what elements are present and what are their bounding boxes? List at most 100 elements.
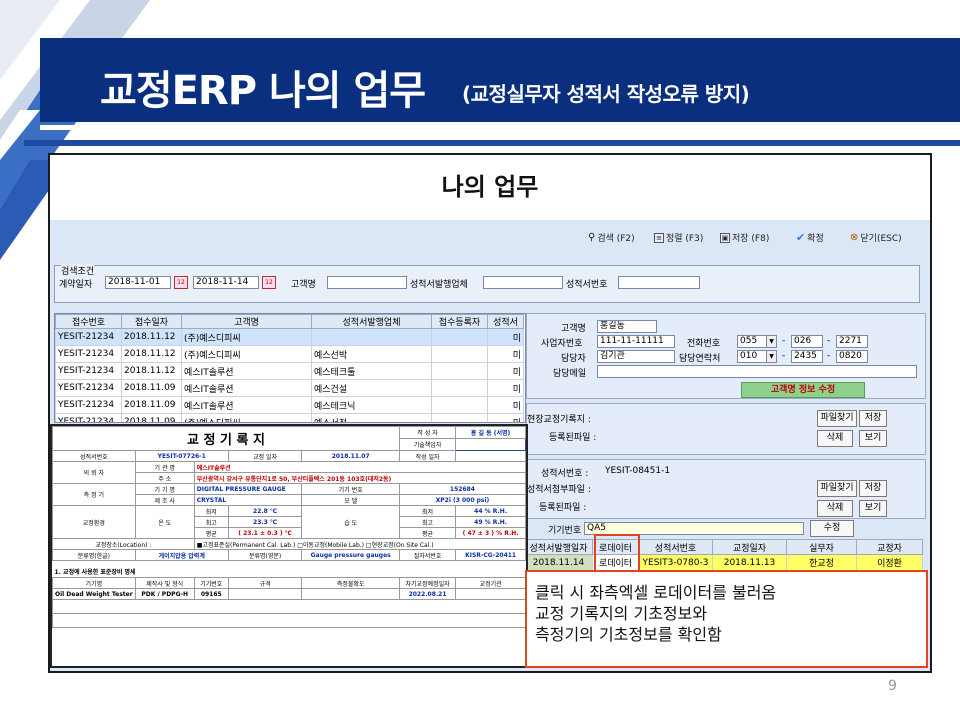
bizno-input[interactable]: 111-11-11111: [597, 335, 675, 348]
customer-input[interactable]: [327, 276, 407, 289]
equipment-header[interactable]: 교정일자: [712, 539, 787, 555]
window-title: 나의 업무: [50, 155, 930, 220]
cell: 2018.11.09: [121, 379, 182, 397]
email-input[interactable]: [597, 365, 917, 378]
cert-no-value: YESIT-07726-1: [134, 450, 229, 462]
equipment-header[interactable]: 교정자: [856, 539, 923, 555]
field-record-panel: 현장교정기록지 : 등록된파일 : 파일찾기 저장 삭제 보기: [526, 403, 926, 455]
client-label: 의 뢰 자: [52, 461, 136, 484]
cell: 미: [487, 362, 524, 380]
search-legend: 검색조건: [61, 264, 95, 277]
cls-en-label: 분류명(영문): [227, 549, 303, 561]
cert-no-input[interactable]: [618, 276, 700, 289]
table-row[interactable]: 2018.11.14 로데이터 YESIT3-0780-3 2018.11.13…: [524, 554, 923, 571]
std-cell: [301, 588, 400, 600]
close-button[interactable]: ⊗ 닫기(ESC): [850, 231, 902, 244]
table-row[interactable]: YESIT-21234 2018.11.09 예스IT솔루션 예스건설 미: [55, 379, 524, 397]
grid-header[interactable]: 성적서: [487, 314, 524, 329]
manager-input[interactable]: 김기관: [597, 350, 675, 363]
phone-last-input[interactable]: 2271: [836, 335, 868, 348]
field-record-label: 현장교정기록지 :: [527, 415, 591, 425]
equipment-edit-button[interactable]: 수정: [810, 520, 854, 537]
field-save-button[interactable]: 저장: [859, 410, 887, 427]
table-row[interactable]: YESIT-21234 2018.11.12 (주)예스디피씨 예스선박 미: [55, 345, 524, 363]
edit-customer-button[interactable]: 고객명 정보 수정: [741, 382, 865, 398]
save-button[interactable]: ▣ 저장 (F8): [720, 231, 769, 244]
customer-name-input[interactable]: 홍길동: [597, 320, 657, 333]
org-value: 예스IT솔루션: [193, 461, 526, 473]
bizno-label: 사업자번호: [541, 339, 583, 349]
std-header: 교정기관: [455, 577, 526, 589]
proc-value: KISR-CG-20411: [455, 549, 526, 561]
cell: YESIT-21234: [55, 328, 122, 346]
date-from-input[interactable]: 2018-11-01: [105, 276, 171, 289]
author-value: 홍 길 동 (서명): [455, 426, 526, 439]
temp-min: 22.8 ℃: [227, 505, 303, 517]
equipment-header[interactable]: 실무자: [786, 539, 857, 555]
max-label: 최고: [398, 516, 457, 528]
phone-label: 전화번호: [687, 339, 721, 349]
equipment-header[interactable]: 성적서발행일자: [524, 539, 593, 555]
raw-data-highlight: [594, 534, 640, 572]
grid-header[interactable]: 성적서발행업체: [311, 314, 432, 329]
customer-name-label: 고객명: [561, 324, 586, 334]
equipment-no-label: 기기번호: [548, 526, 582, 536]
table-row[interactable]: YESIT-21234 2018.11.12 예스IT솔루션 예스테크툴 미: [55, 362, 524, 380]
calendar-icon[interactable]: 12: [174, 276, 188, 289]
equipment-header[interactable]: 성적서번호: [638, 539, 713, 555]
disk-icon: ▣: [720, 232, 730, 243]
std-section-title: 1. 교정에 사용한 표준장비 명세: [54, 569, 136, 577]
record-title: 교 정 기 록 지: [52, 426, 400, 451]
temp-label: 온 도: [134, 505, 195, 539]
cell: 미: [487, 345, 524, 363]
sort-button[interactable]: ≡ 정렬 (F3): [654, 231, 703, 244]
hum-avg: ( 47 ± 3 ) % R.H.: [455, 527, 526, 539]
confirm-button[interactable]: ✔ 확정: [796, 231, 824, 244]
cert-delete-button[interactable]: 삭제: [817, 500, 853, 517]
cert-panel: 성적서번호 : YESIT-08451-1 성적서첨부파일 : 등록된파일 : …: [526, 459, 926, 519]
table-row[interactable]: YESIT-21234 2018.11.09 예스IT솔루션 예스테크닉 미: [55, 396, 524, 414]
field-find-file-button[interactable]: 파일찾기: [817, 410, 857, 427]
mphone-area-select[interactable]: 010 ▼: [737, 350, 777, 363]
field-view-button[interactable]: 보기: [859, 430, 887, 447]
author-label: 작 성 자: [398, 426, 457, 439]
table-row[interactable]: YESIT-21234 2018.11.09 (주)예스디피씨 예스서적 미: [55, 413, 524, 422]
addr-label: 주 소: [134, 472, 195, 484]
cert-attach-label: 성적서첨부파일 :: [527, 485, 591, 495]
date-to-input[interactable]: 2018-11-14: [193, 276, 259, 289]
cell: (주)예스디피씨: [181, 328, 312, 346]
grid-header[interactable]: 접수번호: [55, 314, 122, 329]
grid-header[interactable]: 접수등록자: [431, 314, 488, 329]
device-no-value: 152684: [398, 483, 526, 495]
std-header: 기기번호: [193, 577, 229, 589]
cell: 이정환: [856, 554, 923, 571]
grid-header[interactable]: 접수일자: [121, 314, 182, 329]
avg-label: 평균: [193, 527, 229, 539]
cell: [431, 413, 488, 422]
phone-area-select[interactable]: 055 ▼: [737, 335, 777, 348]
cert-find-file-button[interactable]: 파일찾기: [817, 480, 857, 497]
cert-no-label: 성적서번호: [52, 450, 136, 462]
cls-kr-label: 분류명(한글): [52, 549, 136, 561]
mphone-mid-input[interactable]: 2435: [791, 350, 823, 363]
cell: YESIT-21234: [55, 396, 122, 414]
table-row[interactable]: YESIT-21234 2018.11.12 (주)예스디피씨 미: [55, 328, 524, 346]
callout-box: 클릭 시 좌측엑셀 로데이터를 불러옴 교정 기록지의 기초정보와 측정기의 기…: [525, 570, 928, 668]
calendar-icon[interactable]: 12: [262, 276, 276, 289]
place-label: 교정장소(Location) :: [52, 538, 195, 550]
field-delete-button[interactable]: 삭제: [817, 430, 853, 447]
dash: -: [782, 351, 786, 361]
issuer-input[interactable]: [483, 276, 563, 289]
humid-label: 습 도: [301, 505, 400, 539]
device-label: 측 정 기: [52, 483, 136, 506]
cell: 예스IT솔루션: [181, 362, 312, 380]
model-name-label: 기 기 명: [134, 483, 195, 495]
cert-view-button[interactable]: 보기: [859, 500, 887, 517]
mphone-last-input[interactable]: 0820: [836, 350, 868, 363]
customer-label: 고객명: [291, 280, 316, 290]
grid-header[interactable]: 고객명: [181, 314, 312, 329]
search-button[interactable]: ⚲ 검색 (F2): [588, 231, 635, 244]
cert-save-button[interactable]: 저장: [859, 480, 887, 497]
org-label: 기 관 명: [134, 461, 195, 473]
phone-mid-input[interactable]: 026: [791, 335, 823, 348]
